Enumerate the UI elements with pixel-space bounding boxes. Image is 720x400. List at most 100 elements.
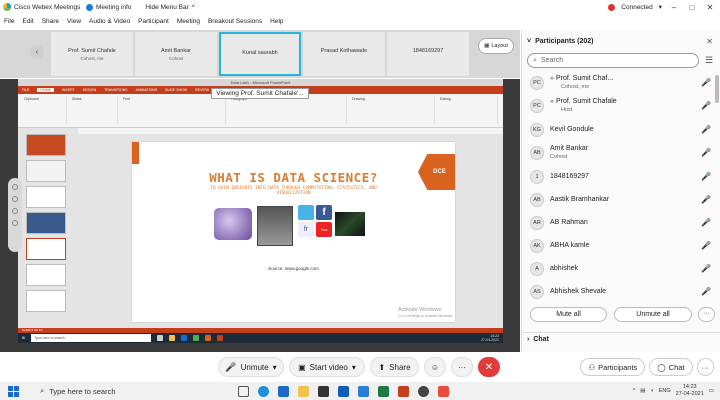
video-tile[interactable]: Prasad Kothawade: [303, 32, 385, 76]
toolbar-dot-icon[interactable]: [12, 196, 18, 202]
file-explorer-icon[interactable]: [298, 385, 309, 397]
youtube-logo-icon: You: [316, 222, 332, 237]
windows-taskbar: ⌕ Type here to search ^ ▤ ◖ ENG 14:23 27…: [0, 382, 720, 400]
participant-row[interactable]: PC ⟡ Prof. Sumit Chaf... Cohost, me 🎤: [530, 73, 715, 93]
excel-icon[interactable]: [378, 385, 389, 397]
webex-taskbar-icon[interactable]: [418, 385, 429, 397]
windows-app-icon[interactable]: [278, 385, 289, 397]
unmute-button[interactable]: 🎤 Unmute ▾: [218, 357, 284, 377]
participants-scrollbar[interactable]: [715, 75, 719, 103]
layout-button[interactable]: ▦ Layout: [478, 38, 514, 54]
app-name: Cisco Webex Meetings: [14, 3, 81, 11]
end-meeting-button[interactable]: ✕: [478, 357, 500, 377]
menu-participant[interactable]: Participant: [138, 18, 169, 25]
reactions-button[interactable]: ☺: [424, 357, 446, 377]
microphone-muted-icon[interactable]: 🎤: [701, 101, 711, 110]
menu-share[interactable]: Share: [42, 18, 59, 25]
chat-section-header[interactable]: › Chat: [522, 332, 720, 346]
participant-row[interactable]: 1 18481692​97 🎤: [530, 167, 715, 187]
participant-row[interactable]: AK ABHA kamle 🎤: [530, 236, 715, 256]
close-window-icon[interactable]: ✕: [704, 3, 716, 12]
microphone-muted-icon[interactable]: 🎤: [701, 78, 711, 87]
microphone-muted-icon[interactable]: 🎤: [701, 264, 711, 273]
menu-help[interactable]: Help: [270, 18, 283, 25]
participant-name: 18481692​97: [550, 173, 589, 180]
mail-icon[interactable]: [338, 385, 349, 397]
unmute-all-button[interactable]: Unmute all: [614, 307, 692, 322]
tray-chevron-up-icon[interactable]: ^: [633, 388, 636, 394]
video-camera-icon: ▣: [298, 362, 306, 372]
ppt-tab: TRANSITIONS: [104, 88, 128, 92]
facebook-logo-icon: f: [316, 205, 332, 220]
more-panels-button[interactable]: ···: [696, 358, 714, 376]
microphone-muted-icon[interactable]: 🎤: [701, 148, 711, 157]
participant-row[interactable]: AB Amit Bankar Cohost 🎤: [530, 143, 715, 163]
close-panel-icon[interactable]: ✕: [706, 37, 713, 46]
participant-row[interactable]: AS Abhishek Shevale 🎤: [530, 282, 715, 302]
participant-row[interactable]: PC ⟡ Prof. Sumit Chafale Host 🎤: [530, 96, 715, 116]
list-view-icon[interactable]: ☰: [705, 55, 713, 66]
microphone-muted-icon[interactable]: 🎤: [701, 125, 711, 134]
participant-row[interactable]: A abhishek 🎤: [530, 259, 715, 279]
edge-browser-icon[interactable]: [258, 385, 269, 397]
participant-row[interactable]: KG Kevil Gondule 🎤: [530, 120, 715, 140]
video-tile-active[interactable]: Kunal saurabh: [219, 32, 301, 76]
menu-file[interactable]: File: [4, 18, 14, 25]
clock[interactable]: 14:23 27-04-2021: [676, 384, 704, 398]
language-indicator[interactable]: ENG: [659, 388, 671, 394]
meeting-info-button[interactable]: Meeting info: [86, 3, 131, 11]
start-video-button[interactable]: ▣ Start video ▾: [289, 357, 365, 377]
menu-meeting[interactable]: Meeting: [177, 18, 200, 25]
chevron-down-icon: ▾: [351, 362, 356, 372]
microphone-muted-icon[interactable]: 🎤: [701, 241, 711, 250]
slide-source: Source: www.google.com: [268, 266, 319, 271]
participant-search-input[interactable]: ⌕ Search: [527, 53, 699, 68]
avatar: AK: [530, 239, 544, 253]
annotation-toolbar[interactable]: [8, 178, 22, 252]
menu-audio-video[interactable]: Audio & Video: [89, 18, 130, 25]
network-icon[interactable]: ▤: [640, 388, 645, 394]
video-tile[interactable]: Prof. Sumit Chafale Cohost, me: [51, 32, 133, 76]
taskbar-search-input[interactable]: ⌕ Type here to search: [34, 383, 229, 399]
share-button[interactable]: ⬆ Share: [370, 357, 419, 377]
microphone-muted-icon[interactable]: 🎤: [701, 195, 711, 204]
toolbar-dot-icon[interactable]: [12, 184, 18, 190]
menu-edit[interactable]: Edit: [22, 18, 33, 25]
video-tile[interactable]: 18481692​97: [387, 32, 469, 76]
panel-more-button[interactable]: ···: [698, 307, 715, 322]
chat-tab[interactable]: ◯ Chat: [649, 358, 693, 376]
app-icon[interactable]: [438, 385, 449, 397]
chevron-up-icon: ^: [191, 3, 195, 11]
microphone-muted-icon[interactable]: 🎤: [701, 218, 711, 227]
viewing-banner: Viewing Prof. Sumit Chafale'...: [211, 88, 309, 99]
word-icon[interactable]: [358, 385, 369, 397]
layout-label: Layout: [491, 43, 508, 49]
participant-name: abhishek: [550, 265, 579, 272]
task-view-icon[interactable]: [238, 385, 249, 397]
participant-row[interactable]: AR AB Rahman 🎤: [530, 213, 715, 233]
participant-name: ⟡ Prof. Sumit Chaf...: [550, 75, 613, 83]
participants-tab[interactable]: ⚇ Participants: [580, 358, 646, 376]
store-icon[interactable]: [318, 385, 329, 397]
video-tile[interactable]: Amit Bankar Cohost: [135, 32, 217, 76]
more-options-button[interactable]: ···: [451, 357, 473, 377]
maximize-icon[interactable]: □: [686, 3, 698, 12]
toolbar-dot-icon[interactable]: [12, 208, 18, 214]
notification-icon[interactable]: ▭: [709, 388, 714, 394]
mute-all-button[interactable]: Mute all: [530, 307, 607, 322]
participant-row[interactable]: AB Aastik Bramhankar 🎤: [530, 190, 715, 210]
microphone-muted-icon[interactable]: 🎤: [701, 287, 711, 296]
hide-menu-bar-button[interactable]: Hide Menu Bar ^: [145, 4, 194, 11]
microphone-muted-icon[interactable]: 🎤: [701, 172, 711, 181]
ribbon-group-label: Editing: [440, 97, 451, 101]
menu-breakout-sessions[interactable]: Breakout Sessions: [208, 18, 262, 25]
connection-dropdown-icon[interactable]: ▾: [659, 3, 662, 11]
strip-prev-button[interactable]: ‹: [30, 45, 44, 59]
windows-start-icon[interactable]: [6, 384, 20, 398]
collapse-icon[interactable]: ˅: [527, 38, 531, 45]
powerpoint-icon[interactable]: [398, 385, 409, 397]
volume-icon[interactable]: ◖: [650, 388, 653, 394]
menu-view[interactable]: View: [67, 18, 81, 25]
toolbar-dot-icon[interactable]: [12, 220, 18, 226]
minimize-icon[interactable]: –: [668, 3, 680, 12]
